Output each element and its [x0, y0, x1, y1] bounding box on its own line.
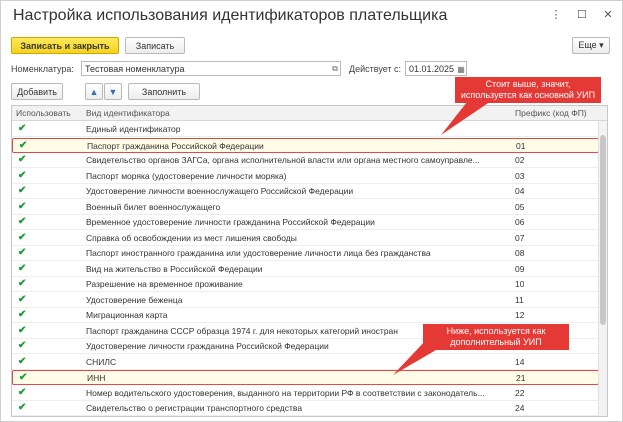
window-title: Настройка использования идентификаторов … — [13, 7, 448, 24]
table-row[interactable]: ✔ Свидетельство о регистрации транспортно… — [12, 401, 599, 416]
checkbox-icon[interactable]: ✔ — [19, 373, 29, 383]
callout-top: Стоит выше, значит, используется как осн… — [455, 77, 601, 103]
prefix-cell: 09 — [515, 263, 525, 274]
more-vertical-icon[interactable]: ⋮ — [550, 8, 562, 21]
table-row[interactable]: ✔ Вид на жительство в Российской Федераци… — [12, 262, 599, 277]
prefix-cell: 05 — [515, 201, 525, 212]
checkbox-icon[interactable]: ✔ — [18, 124, 28, 134]
more-button[interactable]: Еще ▾ — [572, 37, 610, 54]
identifier-type-cell: Вид на жительство в Российской Федерации — [86, 263, 263, 274]
checkbox-icon[interactable]: ✔ — [18, 201, 28, 212]
table-row[interactable]: ✔ Удостоверение личности военнослужащего … — [12, 184, 599, 199]
window-controls: ⋮ ☐ ✕ — [550, 8, 614, 21]
fill-button[interactable]: Заполнить — [128, 83, 200, 100]
save-button[interactable]: Записать — [125, 37, 185, 54]
table-row[interactable]: ✔ Паспорт гражданина Российской Федерации… — [12, 137, 599, 153]
vertical-scrollbar[interactable] — [598, 121, 607, 416]
column-prefix[interactable]: Префикс (код ФП) — [515, 108, 587, 118]
identifier-type-cell: Удостоверение личности военнослужащего Р… — [86, 186, 354, 196]
prefix-cell: 21 — [516, 373, 526, 383]
column-use[interactable]: Использовать — [16, 108, 71, 118]
arrow-down-icon[interactable]: ▼ — [104, 83, 122, 100]
checkbox-icon[interactable]: ✔ — [18, 170, 28, 181]
toolbar: Записать и закрыть Записать Еще ▾ — [11, 37, 612, 55]
table-header: Использовать Вид идентификатора Префикс … — [12, 106, 607, 121]
callout-bottom: Ниже, используется как дополнительный УИ… — [423, 324, 569, 350]
settings-window: Настройка использования идентификаторов … — [0, 0, 623, 422]
nomenclature-row: Номенклатура: Тестовая номенклатура ⧉ Де… — [11, 61, 612, 77]
checkbox-icon[interactable]: ✔ — [18, 232, 28, 243]
table-row[interactable]: ✔ Удостоверение беженца 11 — [12, 293, 599, 308]
checkbox-icon[interactable]: ✔ — [18, 186, 28, 196]
checkbox-icon[interactable]: ✔ — [18, 341, 28, 351]
prefix-cell: 03 — [515, 170, 525, 181]
prefix-cell: 10 — [515, 279, 525, 289]
column-identifier-type[interactable]: Вид идентификатора — [86, 108, 170, 118]
scroll-thumb[interactable] — [600, 135, 606, 325]
identifier-type-cell: Временное удостоверение личности граждан… — [86, 217, 375, 227]
identifiers-table: Использовать Вид идентификатора Префикс … — [11, 105, 608, 417]
table-row[interactable]: ✔ Паспорт моряка (удостоверение личности … — [12, 169, 599, 184]
open-link-icon[interactable]: ⧉ — [329, 63, 341, 75]
identifier-type-cell: Миграционная карта — [86, 310, 168, 320]
identifier-type-cell: Удостоверение беженца — [86, 294, 183, 305]
table-row[interactable]: ✔ Единый идентификатор — [12, 122, 599, 137]
identifier-type-cell: Свидетельство органов ЗАГСа, органа испо… — [86, 155, 480, 165]
prefix-cell: 06 — [515, 217, 525, 227]
checkbox-icon[interactable]: ✔ — [19, 140, 29, 151]
checkbox-icon[interactable]: ✔ — [18, 310, 28, 320]
add-button[interactable]: Добавить — [11, 83, 63, 100]
identifier-type-cell: Свидетельство о регистрации транспортног… — [86, 403, 303, 413]
effective-date-label: Действует с: — [349, 64, 402, 74]
checkbox-icon[interactable]: ✔ — [18, 294, 28, 305]
checkbox-icon[interactable]: ✔ — [18, 356, 28, 367]
identifier-type-cell: Номер водительского удостоверения, выдан… — [86, 387, 485, 398]
checkbox-icon[interactable]: ✔ — [18, 325, 28, 336]
table-row[interactable]: ✔ ИНН 21 — [12, 370, 599, 385]
callout-top-pointer — [441, 97, 497, 135]
prefix-cell: 01 — [516, 140, 526, 151]
checkbox-icon[interactable]: ✔ — [18, 217, 28, 227]
checkbox-icon[interactable]: ✔ — [18, 248, 28, 258]
checkbox-icon[interactable]: ✔ — [18, 279, 28, 289]
save-and-close-button[interactable]: Записать и закрыть — [11, 37, 119, 54]
table-row[interactable]: ✔ Справка об освобождении из мест лишения… — [12, 231, 599, 246]
identifier-type-cell: Паспорт моряка (удостоверение личности м… — [86, 170, 287, 181]
checkbox-icon[interactable]: ✔ — [18, 403, 28, 413]
identifier-type-cell: Справка об освобождении из мест лишения … — [86, 232, 297, 243]
checkbox-icon[interactable]: ✔ — [18, 387, 28, 398]
prefix-cell: 14 — [515, 356, 525, 367]
prefix-cell: 22 — [515, 387, 525, 398]
checkbox-icon[interactable]: ✔ — [18, 263, 28, 274]
maximize-icon[interactable]: ☐ — [576, 8, 588, 21]
arrow-up-icon[interactable]: ▲ — [85, 83, 103, 100]
table-row[interactable]: ✔ Миграционная карта 12 — [12, 308, 599, 323]
checkbox-icon[interactable]: ✔ — [18, 155, 28, 165]
table-row[interactable]: ✔ Номер водительского удостоверения, выда… — [12, 386, 599, 401]
prefix-cell: 12 — [515, 310, 525, 320]
table-row[interactable]: ✔ Временное удостоверение личности гражда… — [12, 215, 599, 230]
prefix-cell: 07 — [515, 232, 525, 243]
table-row[interactable]: ✔ Свидетельство органов ЗАГСа, органа исп… — [12, 153, 599, 168]
nomenclature-label: Номенклатура: — [11, 64, 74, 74]
table-row[interactable]: ✔ СНИЛС 14 — [12, 355, 599, 370]
identifier-type-cell: Паспорт иностранного гражданина или удос… — [86, 248, 431, 258]
prefix-cell: 24 — [515, 403, 525, 413]
table-row[interactable]: ✔ Разрешение на временное проживание 10 — [12, 277, 599, 292]
identifier-type-cell: Военный билет военнослужащего — [86, 201, 221, 212]
table-row[interactable]: ✔ Военный билет военнослужащего 05 — [12, 200, 599, 215]
calendar-icon[interactable]: ▦ — [455, 63, 467, 75]
prefix-cell: 04 — [515, 186, 525, 196]
prefix-cell: 08 — [515, 248, 525, 258]
prefix-cell: 11 — [515, 294, 524, 305]
identifier-type-cell: Разрешение на временное проживание — [86, 279, 243, 289]
close-icon[interactable]: ✕ — [602, 8, 614, 21]
nomenclature-field[interactable]: Тестовая номенклатура — [81, 61, 341, 76]
identifier-type-cell: Паспорт гражданина Российской Федерации — [87, 140, 264, 151]
prefix-cell: 02 — [515, 155, 525, 165]
table-row[interactable]: ✔ Паспорт иностранного гражданина или удо… — [12, 246, 599, 261]
